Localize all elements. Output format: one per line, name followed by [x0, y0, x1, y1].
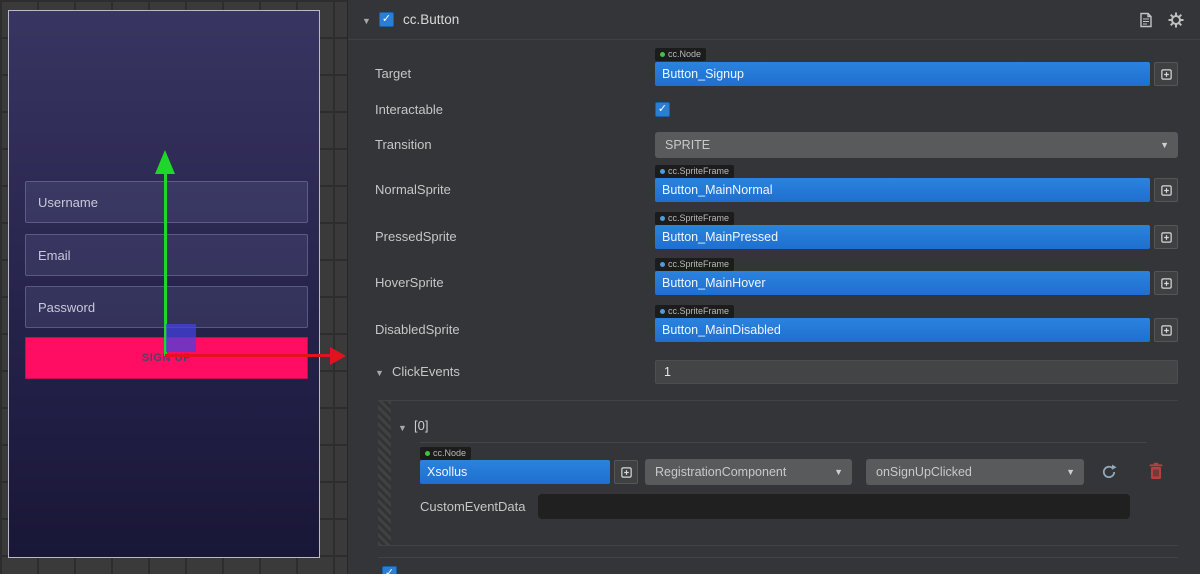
gizmo-x-axis[interactable]	[165, 354, 330, 357]
chevron-down-icon: ▼	[1160, 132, 1169, 158]
target-label: Target	[375, 66, 411, 82]
divider	[420, 442, 1147, 443]
pressed-sprite-picker-button[interactable]	[1154, 225, 1178, 249]
spriteframe-type-dot-icon	[660, 216, 665, 221]
pressed-sprite-label: PressedSprite	[375, 229, 457, 245]
target-type-tag: cc.Node	[655, 48, 706, 61]
normal-sprite-type-tag: cc.SpriteFrame	[655, 165, 734, 178]
chevron-down-icon: ▼	[1066, 459, 1075, 485]
custom-event-data-input[interactable]	[538, 494, 1130, 519]
password-placeholder: Password	[38, 300, 95, 315]
trash-icon[interactable]	[1148, 462, 1164, 480]
pressed-sprite-type-tag: cc.SpriteFrame	[655, 212, 734, 225]
editor-window: Username Email Password SIGN UP ▼ ✓ cc.B…	[0, 0, 1200, 574]
help-docs-icon[interactable]	[1138, 12, 1154, 28]
email-placeholder: Email	[38, 248, 71, 263]
username-placeholder: Username	[38, 195, 98, 210]
chevron-down-icon: ▼	[834, 459, 843, 485]
target-node-field[interactable]: Button_Signup	[655, 62, 1150, 86]
spriteframe-type-dot-icon	[660, 309, 665, 314]
disabled-sprite-type-tag: cc.SpriteFrame	[655, 305, 734, 318]
event0-index-label: [0]	[414, 418, 428, 433]
scene-view[interactable]: Username Email Password SIGN UP	[0, 0, 348, 574]
spriteframe-type-dot-icon	[660, 169, 665, 174]
custom-event-data-label: CustomEventData	[420, 499, 526, 514]
group-drag-handle[interactable]	[378, 401, 391, 545]
normal-sprite-picker-button[interactable]	[1154, 178, 1178, 202]
event0-node-field[interactable]: Xsollus	[420, 460, 610, 484]
pressed-sprite-field[interactable]: Button_MainPressed	[655, 225, 1150, 249]
hover-sprite-type-tag: cc.SpriteFrame	[655, 258, 734, 271]
gizmo-y-arrowhead-icon[interactable]	[155, 150, 175, 174]
refresh-icon[interactable]	[1100, 463, 1118, 481]
target-picker-button[interactable]	[1154, 62, 1178, 86]
interactable-checkbox[interactable]: ✓	[655, 102, 670, 117]
collapse-caret-icon[interactable]: ▼	[362, 14, 371, 28]
disabled-sprite-label: DisabledSprite	[375, 322, 460, 338]
event0-caret-icon[interactable]: ▼	[398, 421, 407, 435]
event0-node-type-tag: cc.Node	[420, 447, 471, 460]
inspector-panel: ▼ ✓ cc.Button Target cc.Node Button_Sign…	[348, 0, 1200, 574]
gear-icon[interactable]	[1168, 12, 1184, 28]
divider	[378, 557, 1178, 558]
transition-dropdown[interactable]: SPRITE ▼	[655, 132, 1178, 158]
normal-sprite-field[interactable]: Button_MainNormal	[655, 178, 1150, 202]
spriteframe-type-dot-icon	[660, 262, 665, 267]
component-enabled-checkbox[interactable]: ✓	[379, 12, 394, 27]
normal-sprite-label: NormalSprite	[375, 182, 451, 198]
event0-component-dropdown[interactable]: RegistrationComponent ▼	[645, 459, 852, 485]
interactable-label: Interactable	[375, 102, 443, 118]
hover-sprite-picker-button[interactable]	[1154, 271, 1178, 295]
component-header: ▼ ✓ cc.Button	[348, 0, 1200, 40]
event0-handler-dropdown[interactable]: onSignUpClicked ▼	[866, 459, 1084, 485]
click-events-label: ClickEvents	[392, 364, 460, 380]
transition-label: Transition	[375, 137, 432, 153]
gizmo-xy-plane-handle[interactable]	[166, 324, 196, 352]
gizmo-x-arrowhead-icon[interactable]	[330, 347, 346, 365]
click-events-count-field[interactable]: 1	[655, 360, 1178, 384]
node-type-dot-icon	[425, 451, 430, 456]
hover-sprite-field[interactable]: Button_MainHover	[655, 271, 1150, 295]
hover-sprite-label: HoverSprite	[375, 275, 444, 291]
component-title: cc.Button	[403, 12, 459, 27]
event0-node-picker-button[interactable]	[614, 460, 638, 484]
next-component-checkbox[interactable]: ✓	[382, 566, 397, 574]
node-type-dot-icon	[660, 52, 665, 57]
disabled-sprite-field[interactable]: Button_MainDisabled	[655, 318, 1150, 342]
disabled-sprite-picker-button[interactable]	[1154, 318, 1178, 342]
click-events-caret-icon[interactable]: ▼	[375, 366, 384, 380]
